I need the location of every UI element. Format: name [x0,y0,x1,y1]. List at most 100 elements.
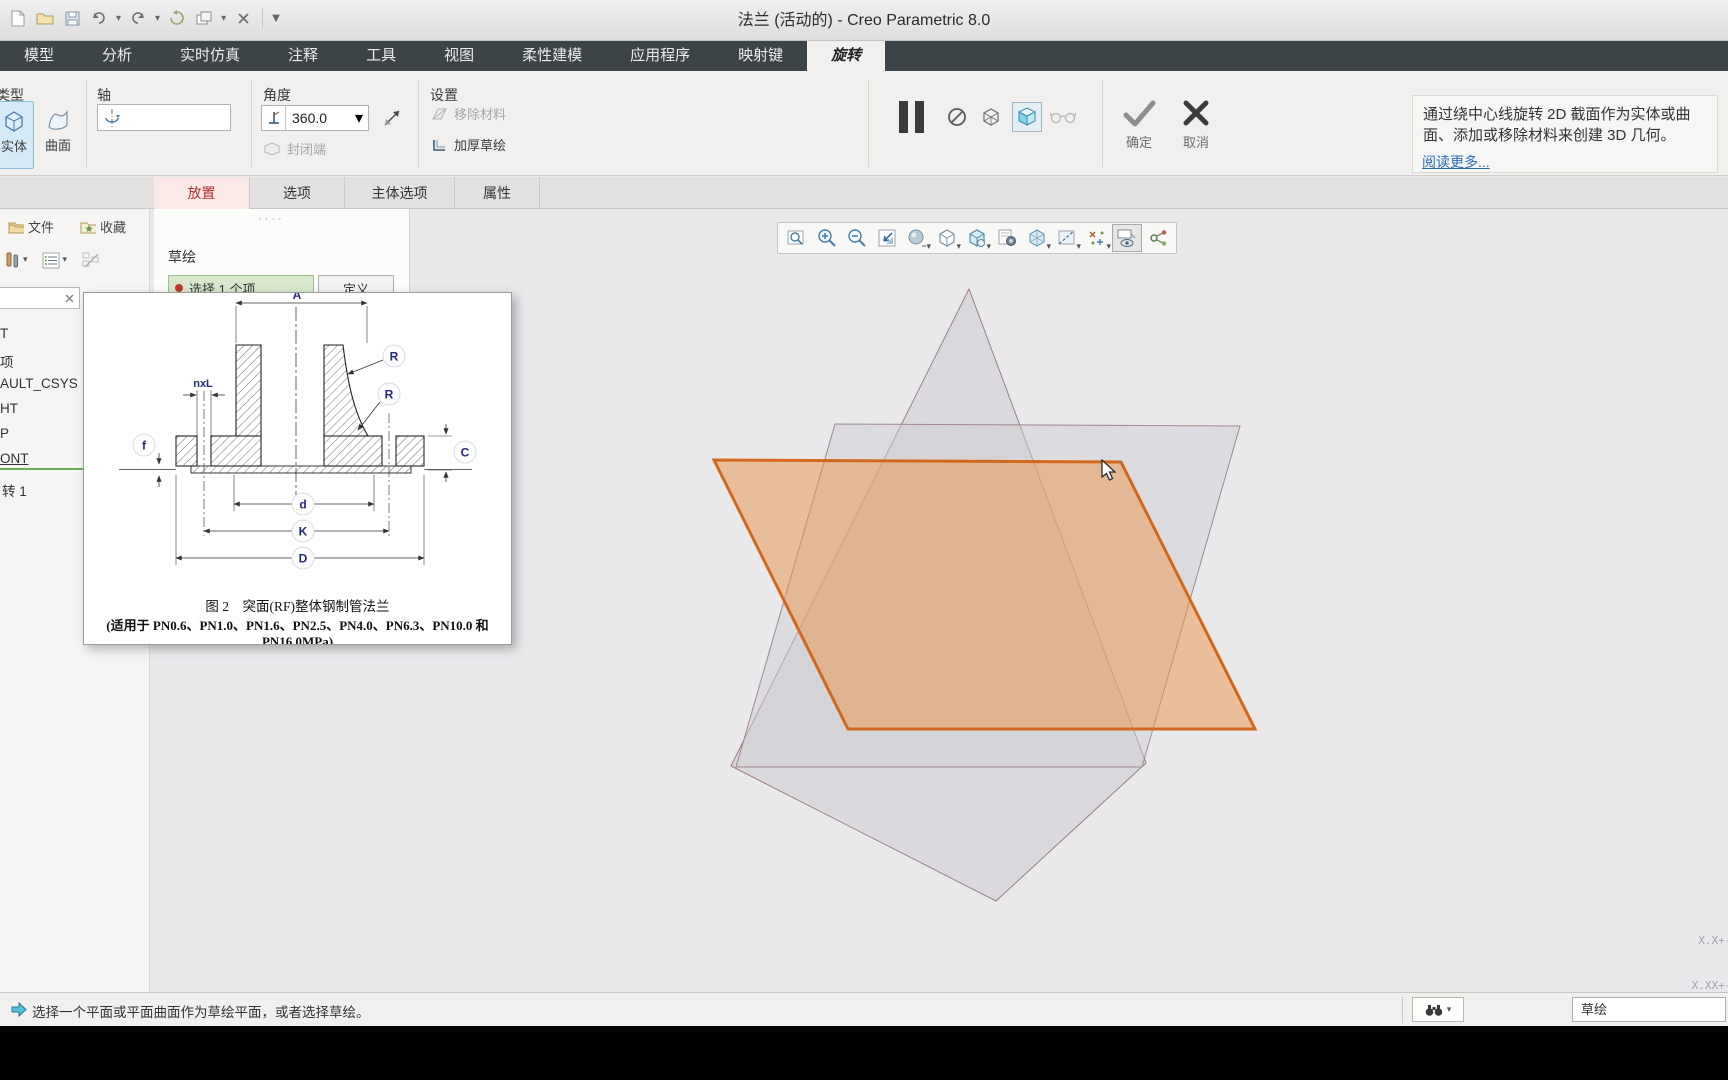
tab-properties[interactable]: 属性 [455,177,540,209]
favorites-button[interactable]: 收藏 [80,217,126,236]
dim-label-r1: R [390,350,399,364]
tab-tools[interactable]: 工具 [342,41,420,71]
appearance-icon[interactable]: ▾ [902,224,932,252]
tab-revolve-active[interactable]: 旋转 [807,41,886,71]
capture-icon[interactable] [992,224,1022,252]
in-graphics-toolbar: ▾ ▾ ▾ ▾ ▾ ▾ [777,222,1177,254]
surface-button[interactable]: 曲面 [38,101,78,169]
tolerance-line: X.XX+-0 [1691,979,1728,992]
tolerance-readout: X.X+-0 X.XX+-0 X.XXX+-0 ANG.+-0 [1608,903,1728,992]
wireframe-preview-button[interactable] [976,102,1006,132]
tree-item-part[interactable]: T [0,326,8,341]
reference-image-window[interactable]: A nxL f R R C d K D 图 2 突面(RF)整体钢制管法兰 (适… [83,292,512,645]
axis-group-label: 轴 [97,87,111,103]
read-more-link[interactable]: 阅读更多... [1422,152,1490,172]
surface-icon [48,110,68,130]
tree-item-front-selected[interactable]: ONT [0,451,29,466]
angle-option-icon[interactable] [262,106,286,130]
folder-browser-label: 文件 [27,220,54,235]
dim-label-a: A [293,293,302,302]
tab-flex-modeling[interactable]: 柔性建模 [498,41,606,71]
favorites-folder-icon [80,222,96,233]
angle-combobox[interactable]: 360.0 ▾ [261,105,369,131]
remove-material-icon [432,108,447,119]
cancel-button[interactable]: 取消 [1180,97,1212,151]
tab-placement[interactable]: 放置 [154,177,250,209]
zoom-out-icon[interactable] [842,224,872,252]
tree-item-design[interactable]: 项 [0,351,14,371]
cancel-x-icon [1183,100,1209,126]
status-message: 选择一个平面或平面曲面作为草绘平面，或者选择草绘。 [32,1005,370,1020]
remove-material-label: 移除材料 [454,107,507,122]
sketch-section-label: 草绘 [168,249,196,265]
tab-analysis[interactable]: 分析 [78,41,156,71]
figure-caption: 图 2 突面(RF)整体钢制管法兰 [205,599,390,614]
figure-caption-sub: (适用于 PN0.6、PN1.0、PN1.6、PN2.5、PN4.0、PN6.3… [106,618,489,645]
thicken-sketch-label: 加厚草绘 [454,138,507,153]
view-orientation-icon[interactable]: ▾ [962,224,992,252]
no-preview-button[interactable] [942,102,972,132]
selection-filter-box[interactable]: 草绘 [1572,997,1726,1022]
tree-tools-icon[interactable]: ▾ [4,251,28,269]
window-title: 法兰 (活动的) - Creo Parametric 8.0 [737,12,991,29]
solid-button[interactable]: 实体 [0,101,34,169]
clear-search-icon[interactable] [64,293,75,304]
tab-body-options[interactable]: 主体选项 [345,177,455,209]
tree-item-top[interactable]: P [0,426,9,441]
closed-ends-label: 封闭端 [287,142,327,157]
tab-annotate[interactable]: 注释 [264,41,342,71]
solid-icon [5,111,23,132]
ok-button[interactable]: 确定 [1120,97,1158,151]
mouse-cursor [1101,459,1117,481]
spin-center-icon[interactable] [1142,224,1172,252]
dim-label-k: K [299,525,308,539]
dashboard-tab-row: 放置 选项 主体选项 属性 [0,177,1728,209]
tab-options[interactable]: 选项 [250,177,345,209]
tree-item-default-csys[interactable]: AULT_CSYS [0,376,78,391]
section-icon[interactable]: ▾ [1052,224,1082,252]
saved-views-icon[interactable]: ▾ [932,224,962,252]
tree-item-right[interactable]: HT [0,401,18,416]
feature-help-text: 通过绕中心线旋转 2D 截面作为实体或曲面、添加或移除材料来创建 3D 几何。 [1423,106,1691,144]
ok-label: 确定 [1125,135,1152,150]
solid-label: 实体 [0,139,27,154]
thicken-sketch-option[interactable]: 加厚草绘 [430,135,506,154]
tree-search-box[interactable] [0,287,80,309]
letterbox-bar [0,1026,1728,1080]
datum-display-icon[interactable]: ▾ [1082,224,1112,252]
dim-label-dd: D [299,552,308,566]
ok-check-icon [1123,100,1156,127]
folder-browser-button[interactable]: 文件 [8,217,54,236]
tab-view[interactable]: 视图 [420,41,498,71]
display-style-icon[interactable]: ▾ [1022,224,1052,252]
search-tool-button[interactable]: ▾ [1412,997,1464,1022]
search-dropdown-icon[interactable]: ▾ [1447,1005,1452,1015]
refit-icon[interactable] [872,224,902,252]
shaded-preview-button[interactable] [1012,102,1042,132]
thicken-sketch-icon [433,139,445,151]
remove-material-option: 移除材料 [430,104,506,123]
zoom-in-icon[interactable] [812,224,842,252]
dim-label-c: C [461,446,470,460]
pause-button[interactable] [899,101,924,133]
tree-list-icon[interactable]: ▾ [42,252,67,269]
tab-live-sim[interactable]: 实时仿真 [156,41,264,71]
creo-application-window: ▾ ▾ ▾ ▼ 法兰 (活动的) - Creo Parametric 8.0 模… [0,0,1728,1026]
axis-collector-field[interactable] [97,104,231,131]
tab-applications[interactable]: 应用程序 [606,41,714,71]
panel-grip-handle[interactable]: ···· [258,213,285,225]
tree-item-revolve-1[interactable]: 转 1 [2,480,27,500]
flange-section-drawing: A nxL f R R C d K D [119,293,477,570]
dim-label-nxl: nxL [193,378,213,390]
annotation-display-icon[interactable] [1112,224,1142,252]
tab-mapkeys[interactable]: 映射键 [714,41,807,71]
binoculars-icon [1425,1004,1443,1016]
angle-value[interactable]: 360.0 [286,110,355,126]
tab-model[interactable]: 模型 [0,41,78,71]
status-separator [1402,997,1403,1023]
folder-icon [8,222,24,233]
flip-direction-button[interactable] [374,104,410,132]
zoom-region-icon[interactable] [782,224,812,252]
angle-dropdown-icon[interactable]: ▾ [355,108,368,128]
closed-ends-icon [264,141,280,156]
